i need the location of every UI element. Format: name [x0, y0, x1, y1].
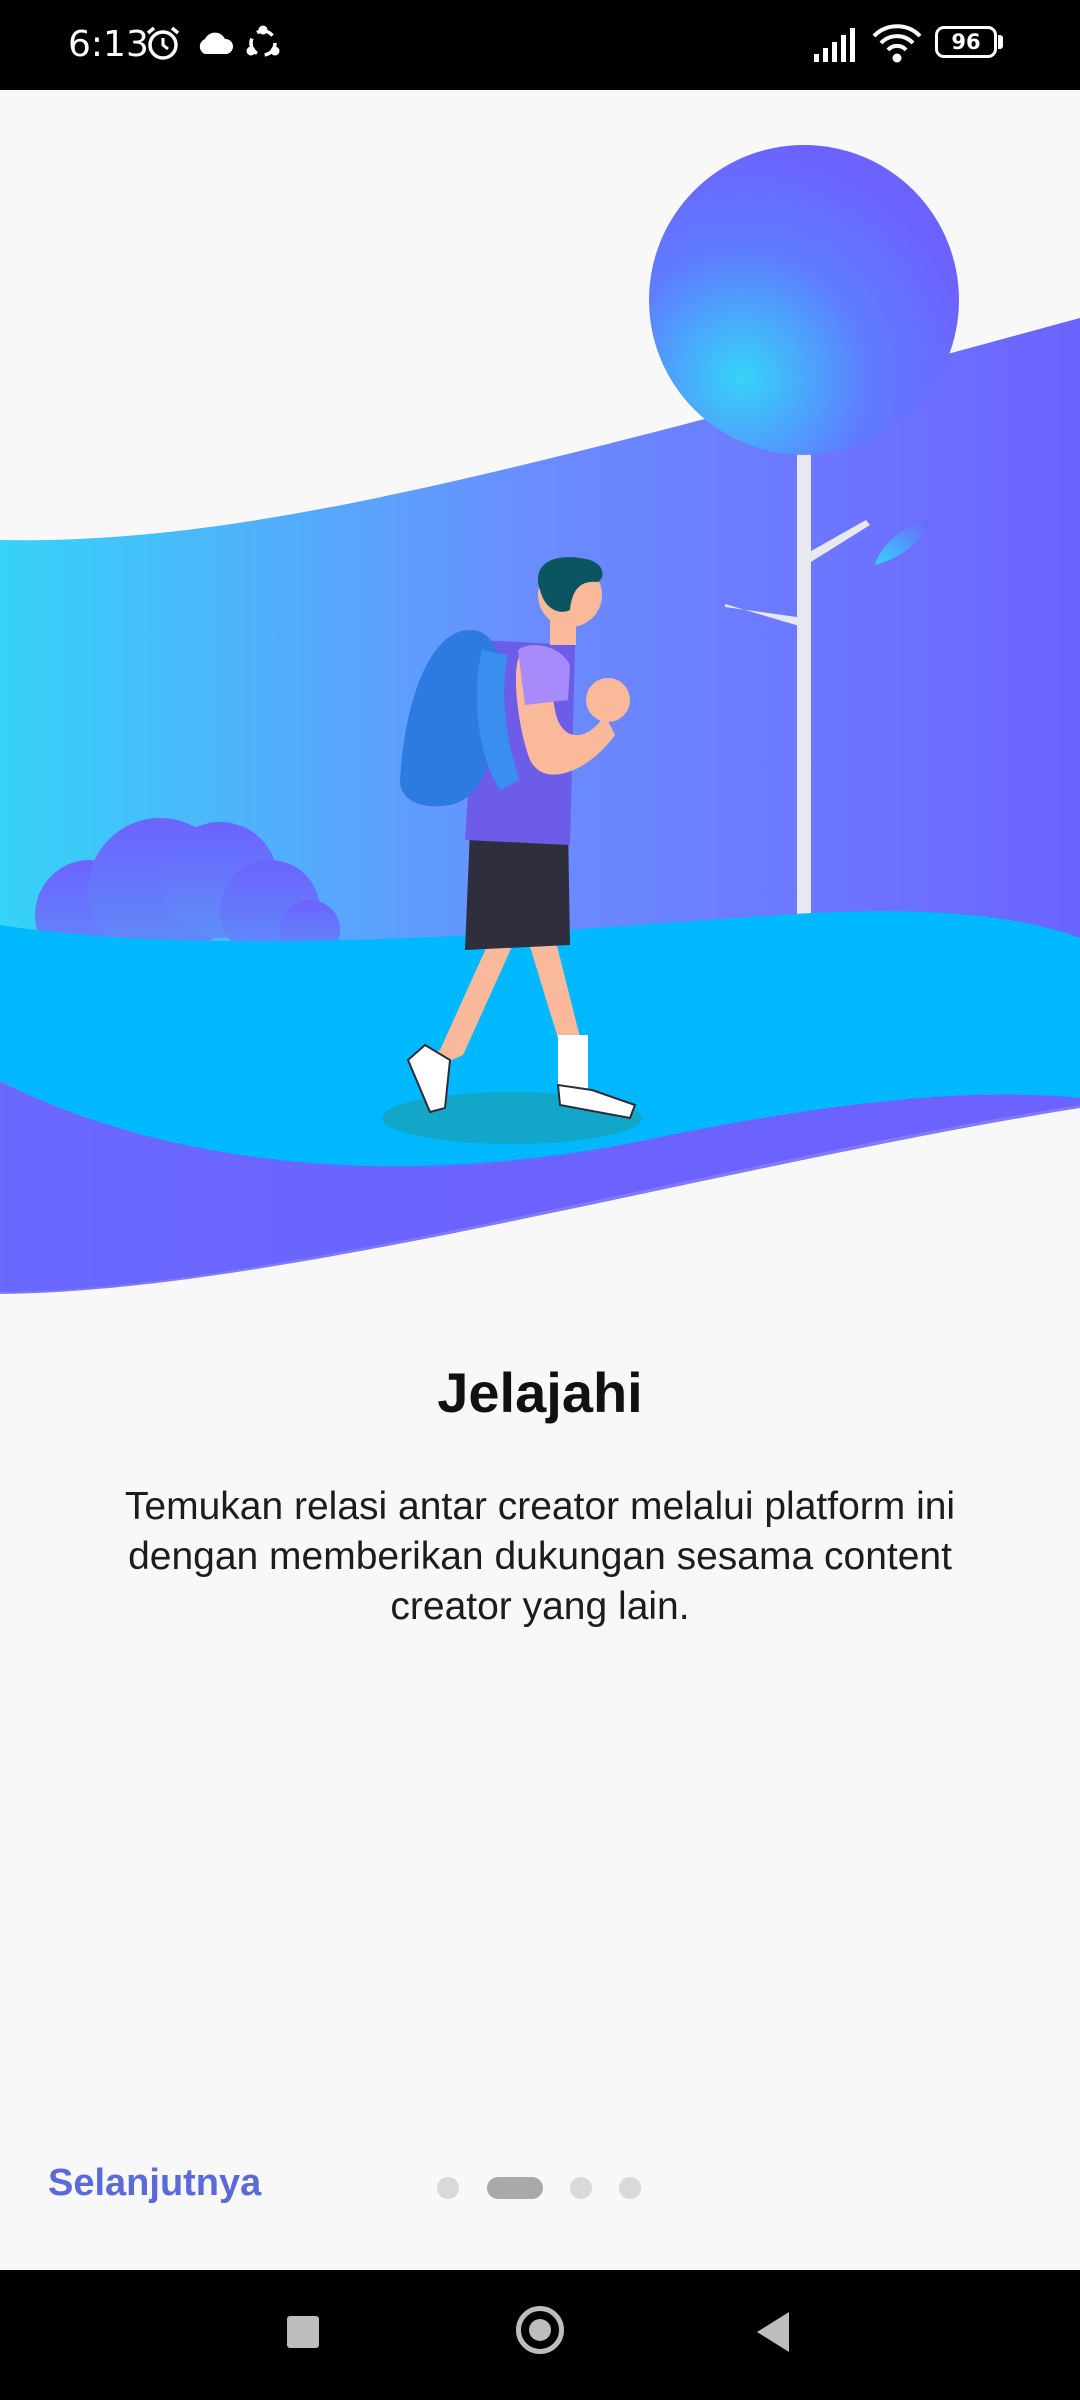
status-bar: 6:13 96: [0, 0, 1080, 90]
alarm-icon: [146, 26, 180, 60]
wifi-icon: [872, 24, 922, 63]
battery-icon: 96: [935, 26, 997, 58]
cloud-icon: [199, 32, 234, 54]
page-dot-3[interactable]: [570, 2177, 592, 2199]
home-icon[interactable]: [516, 2306, 564, 2354]
page-dot-1[interactable]: [437, 2177, 459, 2199]
recent-apps-icon[interactable]: [287, 2316, 319, 2348]
status-time: 6:13: [68, 24, 149, 65]
onboarding-description: Temukan relasi antar creator melalui pla…: [124, 1485, 956, 1628]
sync-icon: [246, 25, 280, 57]
battery-tip: [998, 35, 1003, 49]
signal-icon: [814, 28, 855, 62]
onboarding-title: Jelajahi: [437, 1361, 643, 1424]
back-icon[interactable]: [757, 2312, 789, 2352]
onboarding-illustration: [0, 145, 1080, 1294]
page-dot-2-active[interactable]: [487, 2177, 543, 2199]
navigation-bar: [0, 2270, 1080, 2400]
page-indicator: [0, 2177, 1080, 2201]
page-dot-4[interactable]: [619, 2177, 641, 2199]
